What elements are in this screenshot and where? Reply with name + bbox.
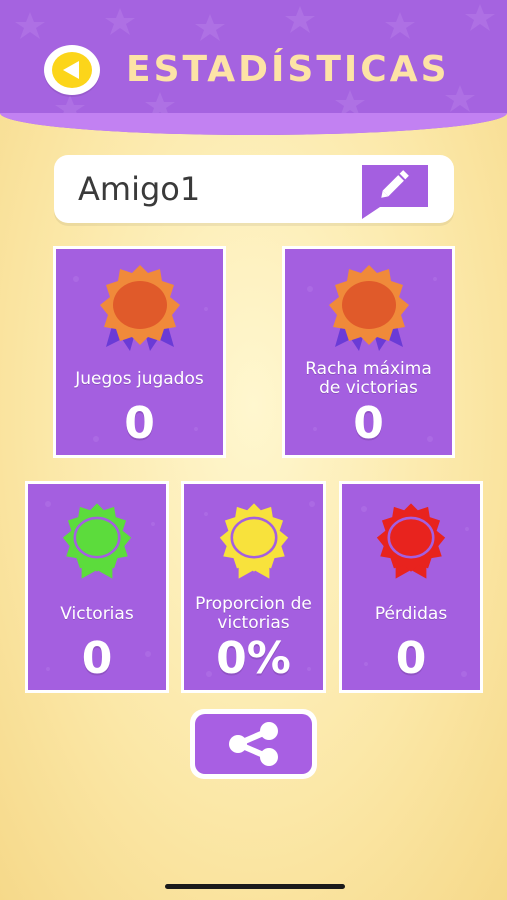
medal-icon <box>376 503 446 579</box>
stat-value: 0 <box>81 633 113 684</box>
share-button[interactable] <box>190 709 317 779</box>
medal-icon <box>62 503 132 579</box>
share-icon <box>228 722 278 766</box>
stat-value: 0 <box>353 398 384 449</box>
stat-label-line2: victorias <box>217 613 290 633</box>
stat-value: 0 <box>395 633 427 684</box>
stat-label-line1: Proporcion de <box>195 594 312 614</box>
stat-label-line2: de victorias <box>319 378 418 398</box>
medal-icon <box>328 265 409 351</box>
header-bar: ESTADÍSTICAS <box>0 0 507 135</box>
stat-card-win-ratio: Proporcion de victorias 0% <box>181 481 326 693</box>
edit-name-button[interactable] <box>358 161 432 221</box>
stat-label: Pérdidas <box>374 604 448 624</box>
stat-label: Victorias <box>60 604 134 624</box>
stat-card-wins: Victorias 0 <box>25 481 169 693</box>
stat-value: 0 <box>124 398 155 449</box>
stat-card-losses: Pérdidas 0 <box>339 481 483 693</box>
home-indicator[interactable] <box>165 884 345 889</box>
back-arrow-icon <box>52 52 92 88</box>
page-title: ESTADÍSTICAS <box>126 49 450 90</box>
stat-value: 0% <box>216 633 291 684</box>
stat-label-line1: Racha máxima <box>305 359 432 379</box>
back-button[interactable] <box>44 45 100 95</box>
stat-card-games-played: Juegos jugados 0 <box>53 246 226 458</box>
stat-card-max-streak: Racha máxima de victorias 0 <box>282 246 455 458</box>
pencil-icon <box>362 165 428 219</box>
stat-label: Juegos jugados <box>75 369 204 389</box>
medal-icon <box>99 265 180 351</box>
share-button-face <box>195 714 312 774</box>
medal-icon <box>219 503 288 579</box>
player-name-box: Amigo1 <box>54 155 454 223</box>
player-name: Amigo1 <box>78 170 201 208</box>
